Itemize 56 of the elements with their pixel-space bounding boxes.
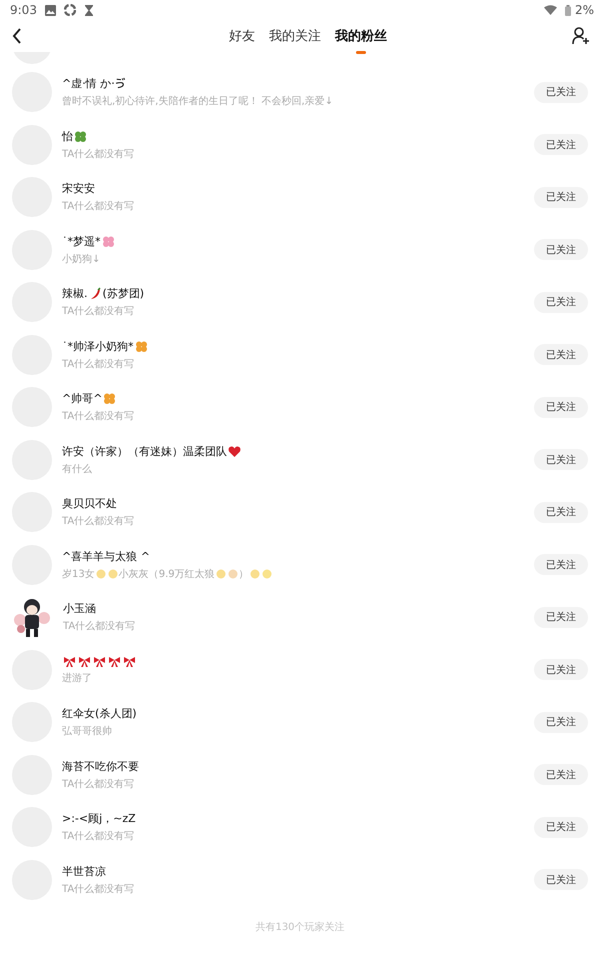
followed-button[interactable]: 已关注 (534, 396, 588, 418)
fan-name: (苏梦团) (102, 286, 144, 302)
followed-button[interactable]: 已关注 (534, 712, 588, 733)
followed-button[interactable]: 已关注 (534, 134, 588, 156)
fan-bio: 进游了 (62, 672, 92, 685)
fan-name: ˙*梦遥* (62, 234, 100, 249)
tab[interactable]: 我的关注 (265, 17, 325, 55)
followed-button[interactable]: 已关注 (534, 449, 588, 470)
status-time: 9:03 (10, 3, 37, 17)
fan-name: ^虚·情 か·ゔ (62, 76, 126, 92)
followed-button[interactable]: 已关注 (534, 554, 588, 576)
followed-button[interactable]: 已关注 (534, 292, 588, 313)
fan-bio: TA什么都没有写 (62, 148, 134, 161)
fan-name: ^帅哥^ (62, 391, 102, 406)
fan-name: 半世苔凉 (62, 864, 106, 879)
followed-button[interactable]: 已关注 (534, 659, 588, 680)
fan-name: ˙*帅泽小奶狗* (62, 338, 134, 354)
fan-bio: TA什么都没有写 (62, 200, 134, 214)
fan-bio: ） (238, 568, 249, 581)
fan-bio: 小奶狗↓ (62, 252, 100, 266)
followed-button[interactable]: 已关注 (534, 816, 588, 838)
fan-bio: 小灰灰（9.9万红太狼 (118, 568, 215, 581)
fan-bio: 曾时不误礼,初心待许,失陪作者的生日了呢！ 不会秒回,亲爱↓ (62, 94, 334, 108)
followed-button[interactable]: 已关注 (534, 239, 588, 260)
fan-bio: TA什么都没有写 (63, 620, 136, 634)
fan-name: >:-<顾j，~zZ (62, 811, 136, 826)
fan-name: 怡 (62, 128, 73, 144)
follower-count: 共有130个玩家关注 (254, 920, 346, 934)
fan-name: 许安（许家）（有迷妹）温柔团队 (62, 444, 227, 459)
followed-button[interactable]: 已关注 (534, 606, 588, 628)
fan-bio: TA什么都没有写 (62, 882, 134, 896)
fan-name: 小玉涵 (63, 601, 96, 616)
fan-bio: 岁13女 (62, 568, 95, 581)
fan-bio: 弘哥哥很帅 (62, 724, 112, 738)
fan-bio: TA什么都没有写 (62, 304, 134, 318)
fan-name: 宋安安 (62, 181, 95, 196)
followed-button[interactable]: 已关注 (534, 764, 588, 786)
tab[interactable]: 好友 (225, 17, 259, 55)
fan-name: 臭贝贝不处 (62, 496, 117, 512)
fan-bio: TA什么都没有写 (62, 514, 134, 528)
fan-name: 海苔不吃你不要 (62, 758, 139, 774)
followed-button[interactable]: 已关注 (534, 344, 588, 366)
fan-bio: 有什么 (62, 462, 92, 476)
followed-button[interactable]: 已关注 (534, 186, 588, 208)
fan-bio: TA什么都没有写 (62, 830, 134, 844)
fan-bio: TA什么都没有写 (62, 410, 134, 424)
followed-button[interactable]: 已关注 (534, 82, 588, 103)
fan-bio: TA什么都没有写 (62, 778, 134, 791)
battery-level: 2% (574, 3, 594, 17)
fan-name: 辣椒. (62, 286, 88, 302)
tab[interactable]: 我的粉丝 (331, 17, 391, 55)
followed-button[interactable]: 已关注 (534, 869, 588, 890)
fan-name: 红伞女(杀人团) (62, 706, 137, 722)
followed-button[interactable]: 已关注 (534, 502, 588, 523)
fan-name: ^喜羊羊与太狼 ^ (62, 548, 150, 564)
fan-bio: TA什么都没有写 (62, 358, 134, 371)
